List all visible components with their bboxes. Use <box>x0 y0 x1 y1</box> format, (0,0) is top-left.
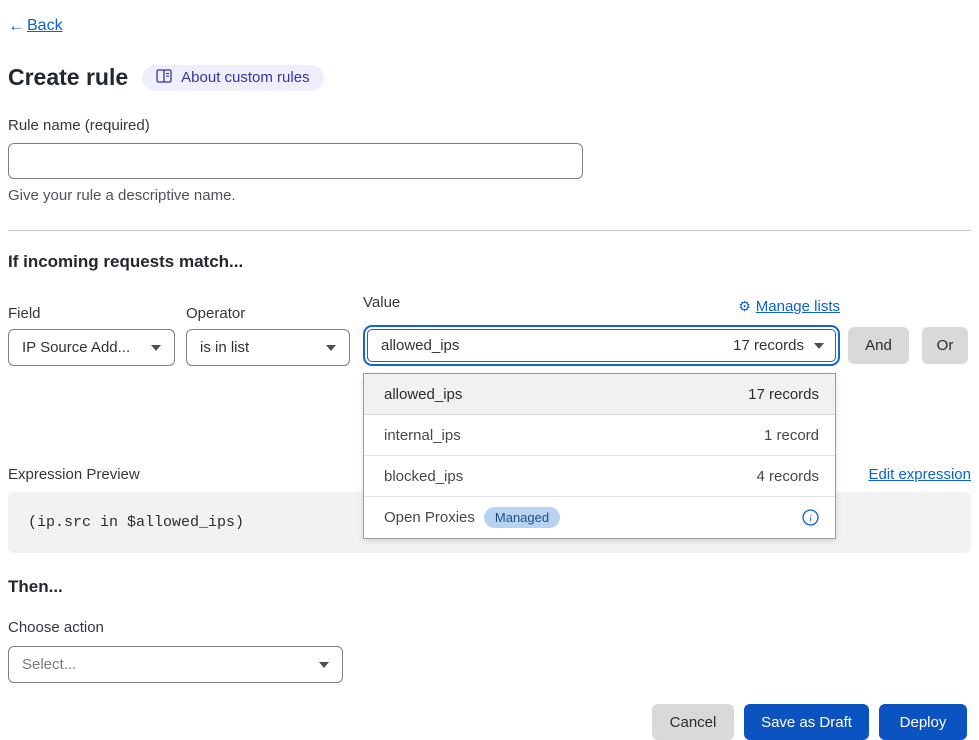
choose-action-label: Choose action <box>8 619 971 636</box>
list-item[interactable]: blocked_ips 4 records <box>364 456 835 497</box>
list-item-meta: 17 records <box>748 386 819 403</box>
list-item[interactable]: allowed_ips 17 records <box>364 374 835 415</box>
and-button[interactable]: And <box>848 327 909 364</box>
rule-name-label: Rule name (required) <box>8 117 971 134</box>
about-custom-rules-label: About custom rules <box>181 69 309 86</box>
create-rule-page: ←Back Create rule About custom rules Rul… <box>0 0 979 740</box>
info-icon[interactable]: i <box>802 509 819 526</box>
match-condition-row: Field IP Source Add... Operator is in li… <box>8 294 971 366</box>
manage-lists-label: Manage lists <box>756 298 840 315</box>
edit-expression-link[interactable]: Edit expression <box>868 466 971 483</box>
field-select-value: IP Source Add... <box>22 339 130 356</box>
back-arrow-icon: ← <box>8 16 25 36</box>
footer-actions: Cancel Save as Draft Deploy <box>8 704 971 740</box>
title-row: Create rule About custom rules <box>8 64 971 91</box>
operator-select-value: is in list <box>200 339 249 356</box>
operator-select[interactable]: is in list <box>186 329 350 366</box>
ip-list-dropdown: allowed_ips 17 records internal_ips 1 re… <box>363 373 836 539</box>
about-custom-rules-badge[interactable]: About custom rules <box>142 65 323 91</box>
back-row: ←Back <box>8 16 971 36</box>
field-label: Field <box>8 305 175 322</box>
operator-label: Operator <box>186 305 350 322</box>
expression-preview-label: Expression Preview <box>8 466 140 483</box>
value-select-meta-group: 17 records <box>733 337 824 354</box>
value-select-meta: 17 records <box>733 337 804 354</box>
then-heading: Then... <box>8 577 971 597</box>
value-select-selected: allowed_ips <box>381 337 459 354</box>
list-item-meta: 1 record <box>764 427 819 444</box>
list-item-name: Open Proxies <box>384 509 475 526</box>
chevron-down-icon <box>319 662 329 668</box>
rule-name-helper: Give your rule a descriptive name. <box>8 187 971 204</box>
managed-badge: Managed <box>484 507 560 528</box>
value-label-row: Value ⚙ Manage lists <box>363 294 840 318</box>
chevron-down-icon <box>151 345 161 351</box>
book-icon <box>156 69 172 87</box>
section-divider <box>8 230 971 231</box>
action-select-placeholder: Select... <box>22 656 76 673</box>
list-item-name: blocked_ips <box>384 468 463 485</box>
save-as-draft-button[interactable]: Save as Draft <box>744 704 869 740</box>
list-item-name: allowed_ips <box>384 386 462 403</box>
chevron-down-icon <box>814 343 824 349</box>
svg-text:i: i <box>809 513 812 524</box>
or-button[interactable]: Or <box>922 327 968 364</box>
field-column: Field IP Source Add... <box>8 305 175 366</box>
gear-icon: ⚙ <box>738 298 751 315</box>
list-item-name: internal_ips <box>384 427 461 444</box>
match-heading: If incoming requests match... <box>8 252 971 272</box>
back-link[interactable]: ←Back <box>8 16 63 36</box>
page-title: Create rule <box>8 64 128 91</box>
value-column: Value ⚙ Manage lists allowed_ips 17 recor… <box>363 294 840 366</box>
list-item[interactable]: Open Proxies Managed i <box>364 497 835 538</box>
action-select[interactable]: Select... <box>8 646 343 683</box>
deploy-button[interactable]: Deploy <box>879 704 967 740</box>
back-label: Back <box>27 17 63 35</box>
cancel-button[interactable]: Cancel <box>652 704 734 740</box>
chevron-down-icon <box>326 345 336 351</box>
field-select[interactable]: IP Source Add... <box>8 329 175 366</box>
operator-column: Operator is in list <box>186 305 350 366</box>
manage-lists-link[interactable]: ⚙ Manage lists <box>738 298 840 315</box>
rule-name-input[interactable] <box>8 143 583 179</box>
list-item-meta: 4 records <box>756 468 819 485</box>
value-select[interactable]: allowed_ips 17 records <box>363 325 840 366</box>
value-label: Value <box>363 294 400 311</box>
list-item[interactable]: internal_ips 1 record <box>364 415 835 456</box>
